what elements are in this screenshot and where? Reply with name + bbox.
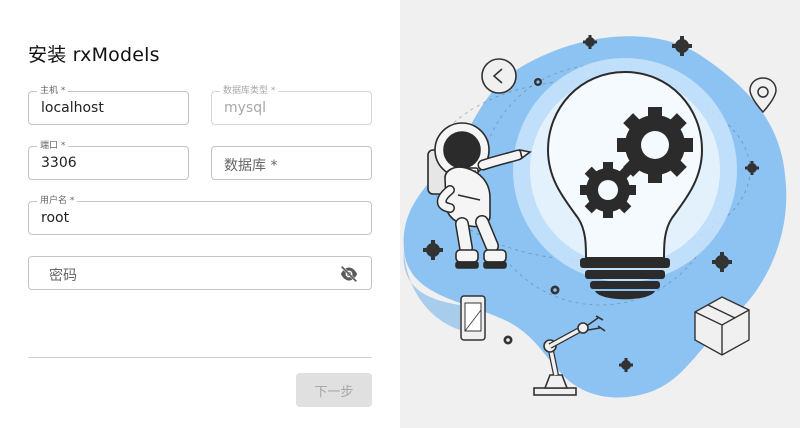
database-field[interactable]: 数据库 * bbox=[211, 146, 372, 180]
illustration-pane bbox=[400, 0, 800, 428]
eye-off-icon[interactable] bbox=[339, 265, 359, 283]
gear-icon bbox=[503, 335, 513, 345]
port-label: 端口 * bbox=[37, 140, 69, 152]
phone-icon bbox=[460, 295, 486, 341]
form-divider bbox=[28, 357, 372, 358]
username-value: root bbox=[41, 210, 70, 226]
page-title: 安装 rxModels bbox=[28, 44, 160, 66]
install-form-pane: 安装 rxModels 主机 * localhost 数据库类型 * mysql… bbox=[0, 0, 400, 428]
database-placeholder: 数据库 * bbox=[224, 158, 278, 174]
host-field[interactable]: 主机 * localhost bbox=[28, 85, 189, 125]
port-value: 3306 bbox=[41, 155, 77, 171]
username-field[interactable]: 用户名 * root bbox=[28, 195, 372, 235]
host-label: 主机 * bbox=[37, 85, 69, 97]
gear-icon bbox=[550, 285, 560, 295]
host-value: localhost bbox=[41, 100, 104, 116]
username-label: 用户名 * bbox=[37, 195, 78, 207]
password-placeholder: 密码 bbox=[49, 268, 77, 284]
next-step-button[interactable]: 下一步 bbox=[296, 373, 372, 407]
small-gear-icon bbox=[580, 162, 636, 218]
db-type-value: mysql bbox=[224, 100, 266, 116]
db-type-label: 数据库类型 * bbox=[220, 85, 279, 97]
clock-icon bbox=[481, 58, 517, 94]
install-illustration bbox=[403, 35, 787, 398]
db-type-field: 数据库类型 * mysql bbox=[211, 85, 372, 125]
gear-icon bbox=[534, 78, 542, 86]
port-field[interactable]: 端口 * 3306 bbox=[28, 140, 189, 180]
password-field[interactable]: 密码 bbox=[28, 256, 372, 290]
